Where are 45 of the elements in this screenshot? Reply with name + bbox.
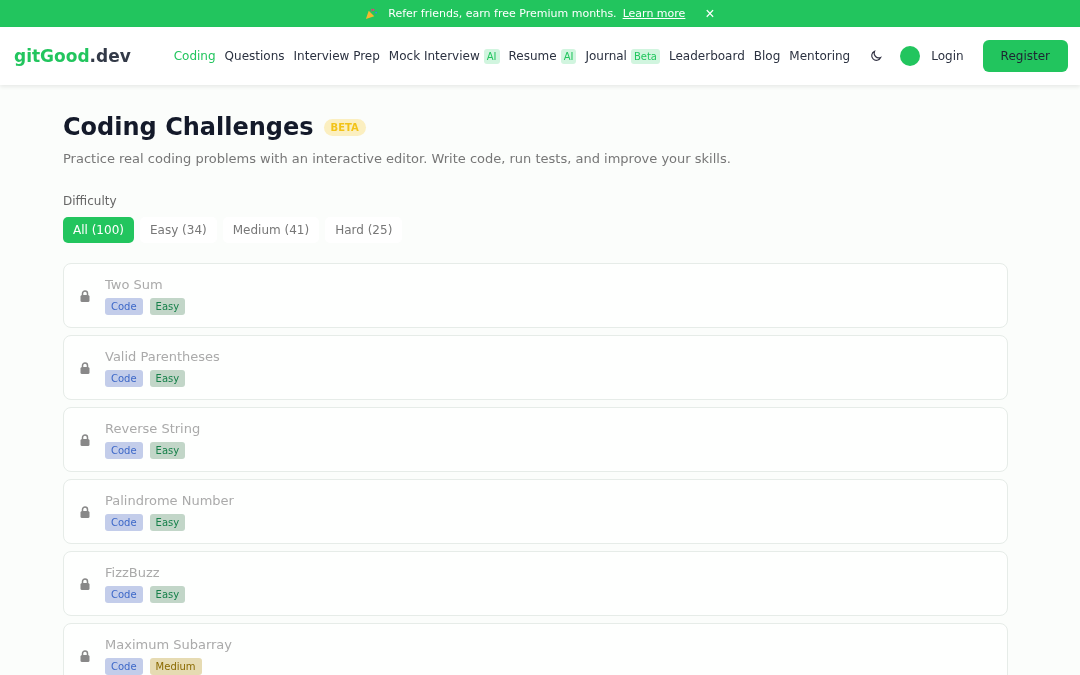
type-tag: Code: [105, 297, 143, 315]
difficulty-tag: Easy: [149, 585, 186, 603]
problem-title: Two Sum: [105, 276, 164, 292]
nav-link[interactable]: Blog: [753, 49, 781, 63]
problem-card[interactable]: Valid Parentheses Code Easy: [63, 335, 1008, 400]
type-tag: Code: [105, 513, 143, 531]
type-tag: Code: [105, 585, 143, 603]
problem-title: Valid Parentheses: [105, 348, 220, 364]
nav-link[interactable]: Questions: [224, 49, 285, 63]
nav-link[interactable]: Resume AI: [508, 48, 577, 64]
party-popper-icon: [365, 7, 379, 20]
nav-link[interactable]: Mentoring: [789, 49, 851, 63]
problem-title: Reverse String: [105, 420, 201, 436]
problem-card[interactable]: Maximum Subarray Code Medium: [63, 623, 1008, 675]
difficulty-tag: Easy: [149, 297, 186, 315]
register-button[interactable]: Register: [982, 40, 1068, 72]
nav-link[interactable]: Interview Prep: [293, 49, 380, 63]
moon-icon[interactable]: [869, 49, 884, 63]
logo[interactable]: gitGood.dev: [14, 46, 131, 66]
difficulty-tag: Easy: [149, 513, 186, 531]
type-tag: Code: [105, 369, 143, 387]
type-tag: Code: [105, 441, 143, 459]
difficulty-tag: Medium: [149, 657, 202, 675]
filter-label: Difficulty: [63, 194, 118, 208]
problem-title: Maximum Subarray: [105, 636, 233, 652]
banner-text: Refer friends, earn free Premium months.: [388, 7, 617, 20]
page-title: Coding Challenges: [63, 113, 314, 141]
filter-tab[interactable]: Easy (34): [139, 217, 217, 243]
problem-title: FizzBuzz: [105, 564, 161, 580]
difficulty-tag: Easy: [149, 369, 186, 387]
problem-card[interactable]: Two Sum Code Easy: [63, 263, 1008, 328]
page-subtitle: Practice real coding problems with an interactive editor. Write code, run tests, and improve your skills.: [63, 151, 732, 166]
filter-tab[interactable]: Medium (41): [222, 217, 320, 243]
beta-badge: BETA: [323, 118, 366, 136]
nav-link[interactable]: Journal Beta: [585, 48, 660, 64]
problem-title: Palindrome Number: [105, 492, 234, 508]
problem-card[interactable]: Palindrome Number Code Easy: [63, 479, 1008, 544]
problem-card[interactable]: Reverse String Code Easy: [63, 407, 1008, 472]
nav-link[interactable]: Leaderboard: [669, 49, 745, 63]
nav-link[interactable]: Mock Interview AI: [388, 48, 500, 64]
problem-card[interactable]: FizzBuzz Code Easy: [63, 551, 1008, 616]
filter-tab[interactable]: Hard (25): [325, 217, 403, 243]
type-tag: Code: [105, 657, 143, 675]
difficulty-tag: Easy: [149, 441, 186, 459]
login-link[interactable]: Login: [931, 49, 964, 63]
